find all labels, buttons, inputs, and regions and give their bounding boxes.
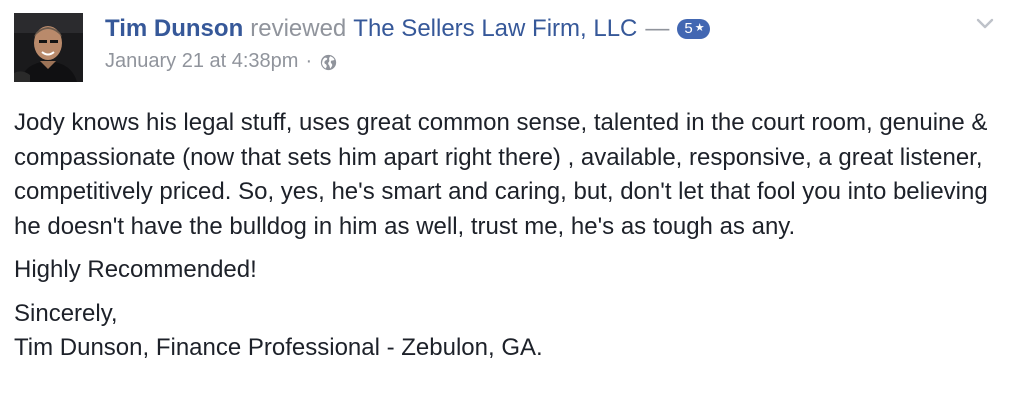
review-signoff: Sincerely,	[14, 299, 118, 327]
title-dash: —	[645, 15, 670, 42]
review-paragraph: Highly Recommended!	[14, 256, 257, 283]
page-link[interactable]: The Sellers Law Firm, LLC	[353, 12, 637, 46]
review-paragraph: Jody knows his legal stuff, uses great c…	[14, 109, 988, 240]
review-header: Tim Dunson reviewed The Sellers Law Firm…	[14, 12, 1002, 84]
chevron-down-icon[interactable]	[974, 12, 996, 34]
rating-value: 5	[684, 20, 693, 37]
review-signature: Tim Dunson, Finance Professional - Zebul…	[14, 334, 543, 361]
meta-separator: ·	[305, 50, 313, 72]
globe-icon[interactable]	[319, 53, 337, 71]
star-icon: ★	[694, 22, 705, 34]
rating-badge: 5 ★	[677, 19, 710, 39]
review-body: Jody knows his legal stuff, uses great c…	[14, 106, 1002, 366]
review-verb: reviewed	[250, 15, 347, 42]
avatar-photo	[14, 13, 83, 82]
author-link[interactable]: Tim Dunson	[105, 12, 243, 46]
timestamp[interactable]: January 21 at 4:38pm	[105, 46, 298, 76]
meta-line: January 21 at 4:38pm ·	[105, 46, 965, 76]
avatar[interactable]	[14, 13, 83, 82]
title-line: Tim Dunson reviewed The Sellers Law Firm…	[105, 12, 965, 46]
header-text: Tim Dunson reviewed The Sellers Law Firm…	[105, 12, 965, 76]
